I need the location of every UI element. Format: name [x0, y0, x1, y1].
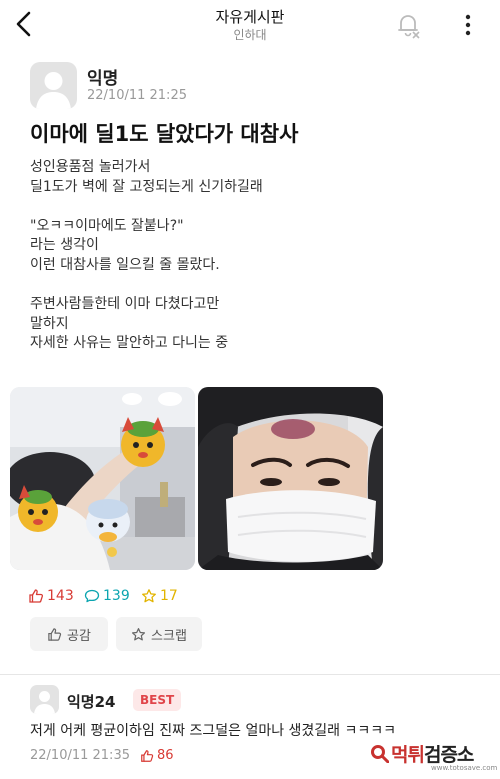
scrap-button-label: 스크랩 [151, 628, 187, 644]
post-body-line [30, 197, 470, 217]
post-stats: 143 139 17 [28, 588, 328, 608]
board-subtitle: 인하대 [233, 28, 267, 42]
post-author: 익명 [87, 69, 119, 89]
comment-author: 익명24 [67, 693, 116, 711]
post-title: 이마에 딜1도 달았다가 대참사 [30, 122, 299, 146]
comment-text: 저게 어케 평균이하임 진짜 즈그덜은 얼마나 생겼길래 ㅋㅋㅋㅋ [30, 723, 397, 739]
like-button-label: 공감 [67, 628, 91, 644]
magnifier-icon [371, 745, 389, 763]
comment-avatar[interactable] [30, 685, 59, 714]
post-body: 성인용품점 놀러가서 딜1도가 벽에 잘 고정되는게 신기하길래 "오ㅋㅋ이마에… [30, 158, 470, 354]
star-icon [132, 627, 146, 640]
like-button[interactable]: 공감 [30, 617, 108, 651]
comment-like-value: 86 [156, 748, 174, 763]
post-body-line: 라는 생각이 [30, 237, 99, 254]
post-photo-store[interactable] [10, 387, 195, 570]
best-badge: BEST [133, 689, 182, 711]
post-body-line: 이런 대참사를 일으킬 줄 몰랐다. [30, 256, 220, 273]
speech-bubble-icon [84, 589, 100, 603]
post-body-line: 딜1도가 벽에 잘 고정되는게 신기하길래 [30, 178, 263, 195]
comment-count: 139 [84, 588, 130, 604]
watermark-text: 먹튀검증소 [391, 744, 474, 766]
comment-date: 22/10/11 21:35 [30, 748, 130, 763]
star-icon [142, 589, 156, 603]
post-body-line [30, 276, 470, 296]
like-count-value: 143 [47, 588, 74, 604]
comment-like-count[interactable]: 86 [140, 748, 174, 763]
thumbs-up-icon [141, 749, 154, 762]
top-bar: 자유게시판 인하대 [0, 0, 500, 50]
more-vertical-icon[interactable] [458, 10, 478, 40]
scrap-button[interactable]: 스크랩 [116, 617, 202, 651]
post-body-line: 주변사람들한테 이마 다쳤다고만 [30, 296, 220, 313]
scrap-count: 17 [141, 588, 178, 604]
divider [0, 674, 500, 675]
post-body-line: 말하지 [30, 315, 69, 332]
thumbs-up-icon [48, 627, 62, 641]
post-body-line: 성인용품점 놀러가서 [30, 159, 151, 175]
post-photo-selfie[interactable] [198, 387, 383, 570]
thumbs-up-icon [29, 589, 44, 603]
post-header: 익명 22/10/11 21:25 [30, 62, 470, 110]
avatar[interactable] [30, 62, 77, 109]
watermark-url: www.totosave.com [431, 764, 498, 772]
like-count: 143 [28, 588, 74, 604]
board-title: 자유게시판 [215, 8, 285, 26]
post-date: 22/10/11 21:25 [87, 88, 187, 103]
watermark-logo: 먹튀검증소 www.totosave.com [368, 740, 498, 772]
comment-count-value: 139 [103, 588, 130, 604]
comment-meta: 22/10/11 21:35 86 [30, 748, 174, 763]
post-body-line: "오ㅋㅋ이마에도 잘붙나?" [30, 217, 184, 234]
scrap-count-value: 17 [160, 588, 178, 604]
post-body-line: 자세한 사유는 말안하고 다니는 중 [30, 335, 229, 352]
bell-off-icon[interactable] [393, 10, 423, 40]
